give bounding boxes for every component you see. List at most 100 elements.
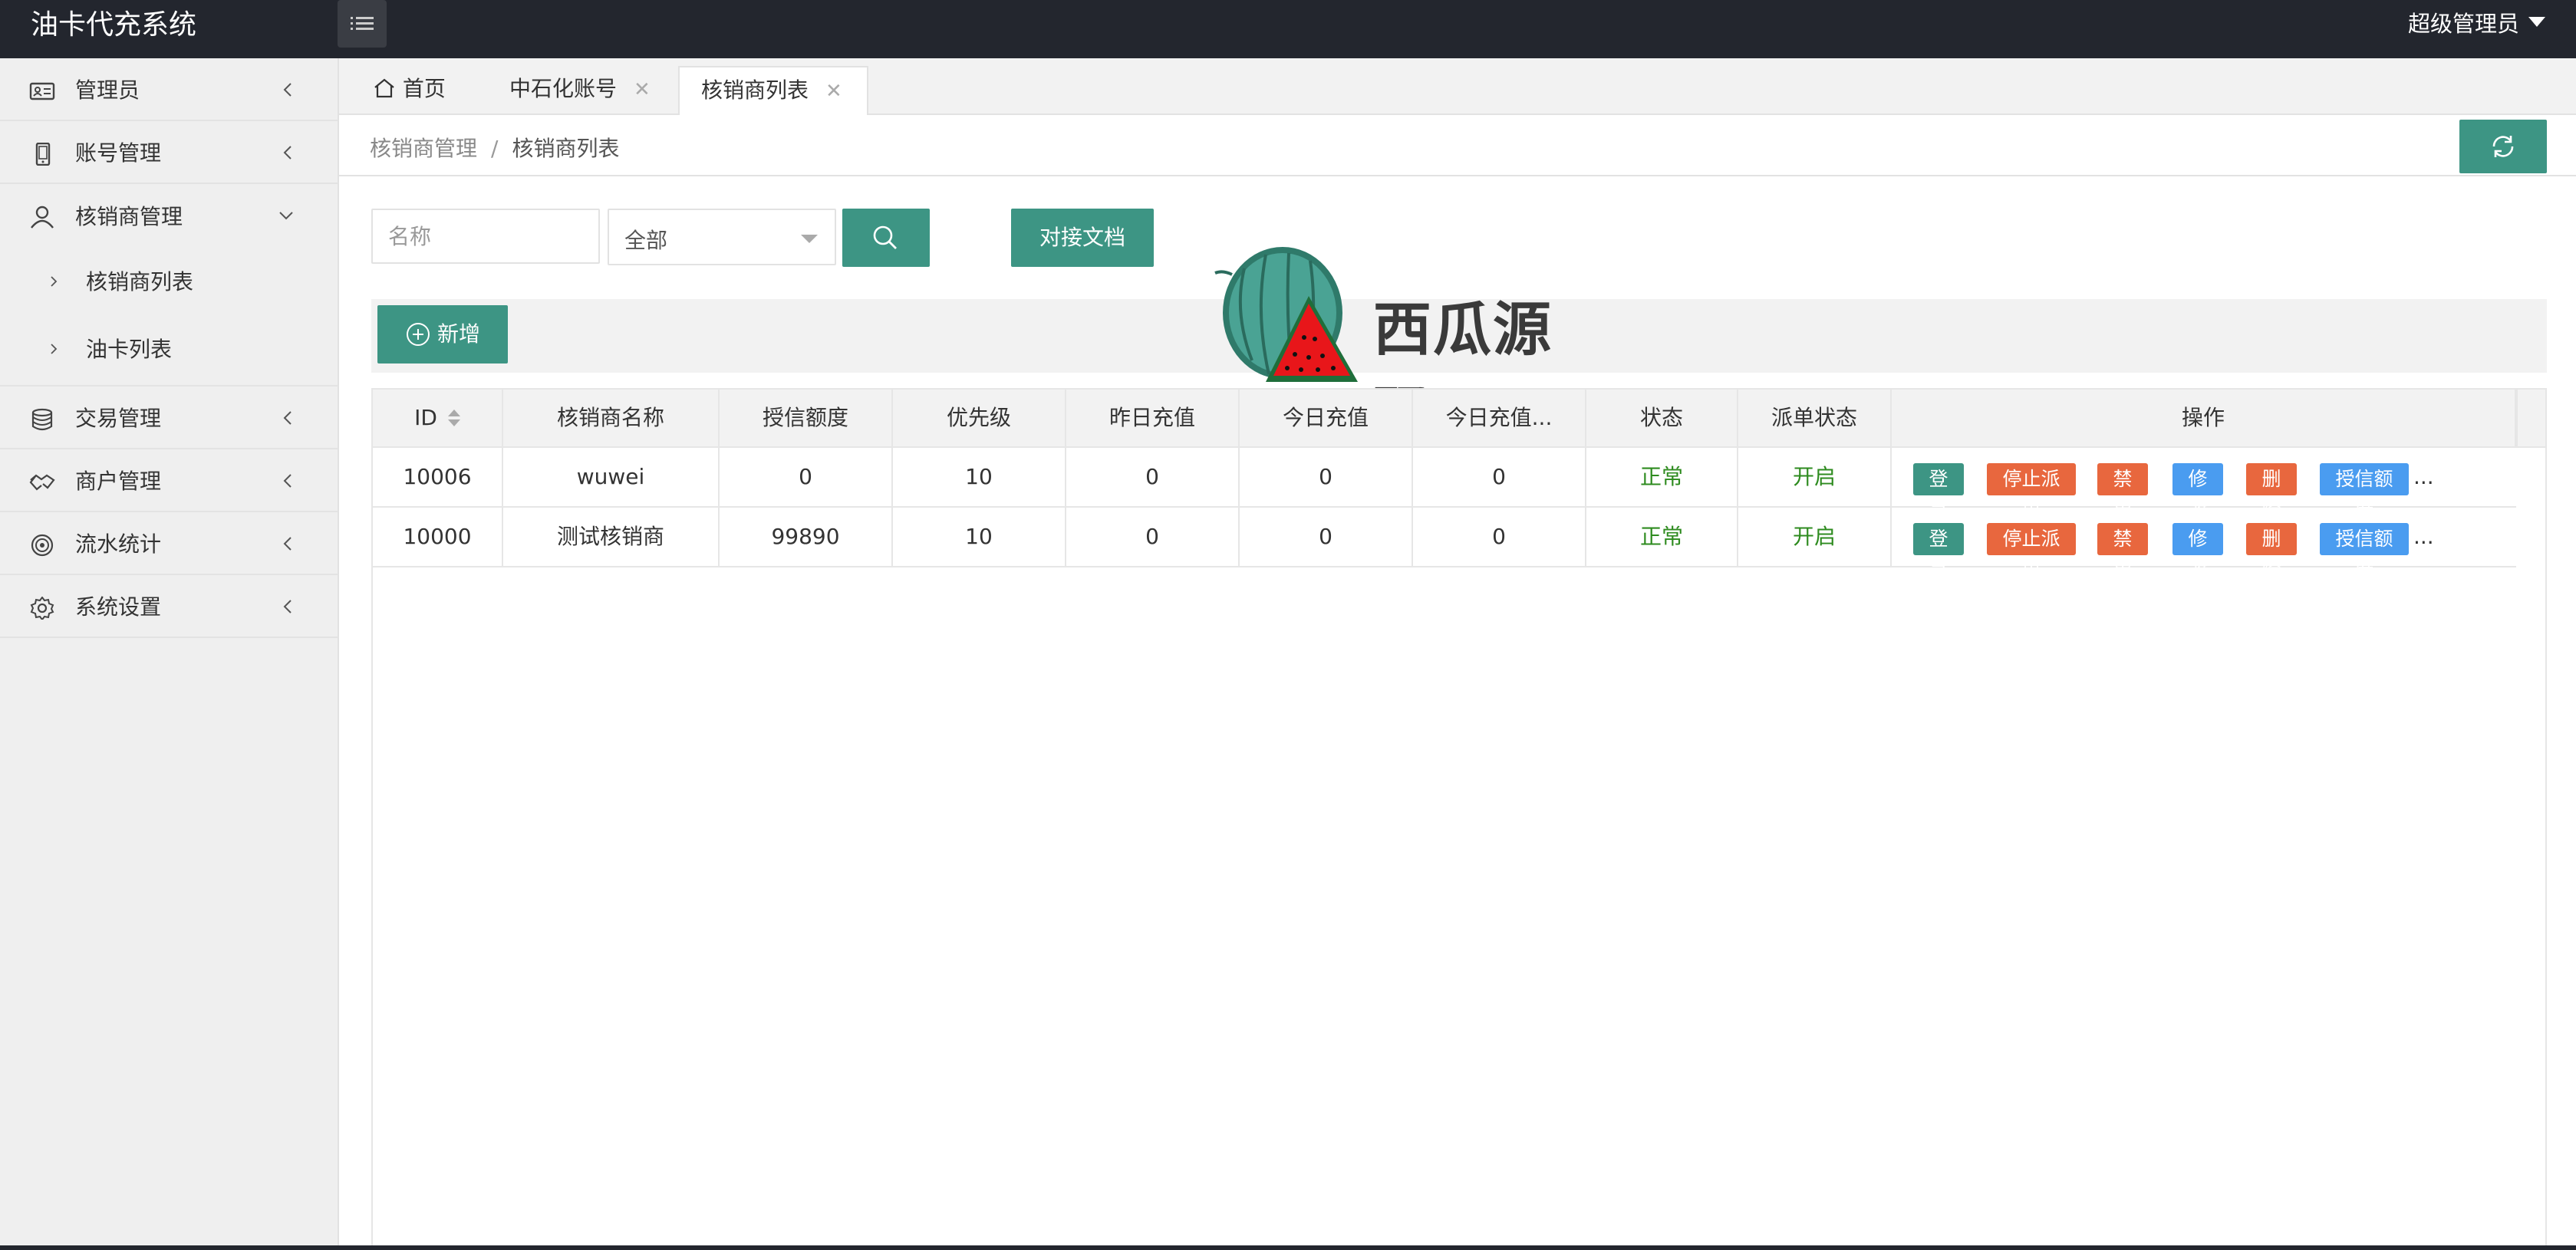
cell-yesterday: 0 (1066, 448, 1240, 506)
breadcrumb: 核销商管理 / 核销商列表 (370, 132, 619, 163)
login-button[interactable]: 登录 (1913, 523, 1964, 582)
sidebar-item-transactions[interactable]: 交易管理 (0, 387, 338, 449)
user-menu[interactable]: 超级管理员 (2408, 0, 2545, 48)
sidebar-item-label: 流水统计 (75, 531, 162, 557)
column-header-today-more: 今日充值... (1413, 390, 1586, 446)
name-search-input[interactable] (371, 209, 600, 264)
chevron-left-icon (283, 411, 292, 425)
tab-home[interactable]: 首页 (373, 66, 488, 115)
breadcrumb-parent[interactable]: 核销商管理 (370, 136, 477, 161)
disable-button[interactable]: 禁用 (2097, 463, 2148, 522)
close-icon[interactable]: ✕ (825, 80, 842, 103)
column-header-status: 状态 (1586, 390, 1738, 446)
status-select[interactable]: 全部 (608, 209, 836, 265)
sidebar-item-accounts[interactable]: 账号管理 (0, 121, 338, 184)
api-doc-button[interactable]: 对接文档 (1011, 209, 1154, 267)
column-header-label: 操作 (2181, 405, 2225, 430)
sidebar: 管理员 账号管理 核销商管理 核销商列表 油卡列表 交易管理 商户管理 流水统计 (0, 58, 339, 1250)
credit-limit-button[interactable]: 授信额度 (2320, 523, 2409, 582)
add-button[interactable]: 新增 (377, 305, 508, 363)
column-header-actions: 操作 (1892, 390, 2516, 446)
sidebar-item-admin[interactable]: 管理员 (0, 58, 338, 121)
tab-label: 核销商列表 (701, 77, 809, 103)
cell-name: 测试核销商 (503, 508, 720, 566)
cell-today-more: 0 (1413, 508, 1586, 566)
user-name: 超级管理员 (2407, 11, 2519, 37)
login-button[interactable]: 登录 (1913, 463, 1964, 522)
gear-icon (30, 597, 54, 620)
cell-id: 10006 (373, 448, 503, 506)
sidebar-subitem-verifier-list[interactable]: 核销商列表 (0, 247, 338, 314)
id-card-icon (29, 82, 55, 100)
tab-verifier-list[interactable]: 核销商列表 ✕ (678, 66, 868, 115)
sidebar-item-statistics[interactable]: 流水统计 (0, 512, 338, 575)
column-header-label: 状态 (1639, 405, 1683, 430)
target-icon (31, 534, 54, 557)
cell-priority: 10 (893, 448, 1066, 506)
close-icon[interactable]: ✕ (634, 78, 651, 101)
stop-dispatch-button[interactable]: 停止派单 (1987, 463, 2076, 522)
edit-button[interactable]: 修改 (2172, 463, 2223, 522)
sidebar-item-merchants[interactable]: 商户管理 (0, 449, 338, 512)
stop-dispatch-button[interactable]: 停止派单 (1987, 523, 2076, 582)
edit-button[interactable]: 修改 (2172, 523, 2223, 582)
watermelon-logo-icon (1214, 247, 1358, 382)
chevron-right-icon (51, 344, 58, 354)
column-header-yesterday: 昨日充值 (1066, 390, 1240, 446)
more-actions[interactable]: ... (2413, 508, 2434, 566)
column-header-label: 今日充值 (1282, 405, 1369, 430)
sidebar-subitem-label: 油卡列表 (86, 337, 173, 362)
header-gutter (2516, 390, 2545, 448)
list-icon (351, 17, 374, 30)
sidebar-item-verifiers[interactable]: 核销商管理 (0, 184, 338, 247)
cell-today: 0 (1240, 508, 1413, 566)
tab-bar: 首页 中石化账号 ✕ 核销商列表 ✕ (339, 58, 2576, 115)
breadcrumb-current: 核销商列表 (512, 136, 620, 161)
more-actions[interactable]: ... (2413, 448, 2434, 506)
add-label: 新增 (437, 321, 481, 347)
delete-button[interactable]: 删除 (2246, 523, 2297, 582)
column-header-label: 昨日充值 (1108, 405, 1195, 430)
plus-circle-icon (407, 323, 430, 346)
chevron-left-icon (283, 600, 292, 613)
column-header-dispatch: 派单状态 (1738, 390, 1892, 446)
chevron-down-icon (279, 212, 293, 220)
cell-name: wuwei (503, 448, 720, 506)
sidebar-item-settings[interactable]: 系统设置 (0, 575, 338, 638)
column-header-credit: 授信额度 (720, 390, 893, 446)
cell-id: 10000 (373, 508, 503, 566)
sidebar-subitem-oilcard-list[interactable]: 油卡列表 (0, 314, 338, 382)
refresh-button[interactable] (2459, 120, 2547, 173)
sidebar-item-label: 商户管理 (75, 469, 162, 494)
disable-button[interactable]: 禁用 (2097, 523, 2148, 582)
column-header-label: ID (414, 405, 437, 430)
credit-limit-button[interactable]: 授信额度 (2320, 463, 2409, 522)
sidebar-item-label: 账号管理 (75, 140, 162, 166)
breadcrumb-bar: 核销商管理 / 核销商列表 (339, 115, 2576, 176)
database-icon (31, 408, 53, 431)
tab-label: 中石化账号 (509, 76, 618, 101)
cell-status: 正常 (1586, 508, 1738, 566)
chevron-left-icon (283, 537, 292, 551)
cell-actions: 登录 停止派单 禁用 修改 删除 授信额度 ... (1892, 508, 2516, 582)
cell-status: 正常 (1586, 448, 1738, 506)
top-bar: 油卡代充系统 超级管理员 (0, 0, 2576, 58)
cell-today-more: 0 (1413, 448, 1586, 506)
handshake-icon (29, 474, 55, 491)
column-header-label: 派单状态 (1771, 405, 1857, 430)
column-header-id[interactable]: ID (373, 390, 503, 446)
tab-sinopec-accounts[interactable]: 中石化账号 ✕ (509, 66, 701, 115)
search-button[interactable] (842, 209, 930, 267)
breadcrumb-separator: / (491, 136, 499, 161)
cell-dispatch: 开启 (1738, 508, 1892, 566)
tab-label: 首页 (402, 76, 446, 101)
chevron-left-icon (283, 474, 292, 488)
user-icon (31, 206, 54, 229)
home-icon (374, 78, 394, 98)
delete-button[interactable]: 删除 (2246, 463, 2297, 522)
select-value: 全部 (624, 228, 668, 253)
table-header: ID 核销商名称 授信额度 优先级 昨日充值 今日充值 今日充值... 状态 派… (373, 390, 2545, 448)
menu-toggle-button[interactable] (338, 0, 387, 48)
cell-priority: 10 (893, 508, 1066, 566)
sort-icon[interactable] (447, 410, 460, 428)
